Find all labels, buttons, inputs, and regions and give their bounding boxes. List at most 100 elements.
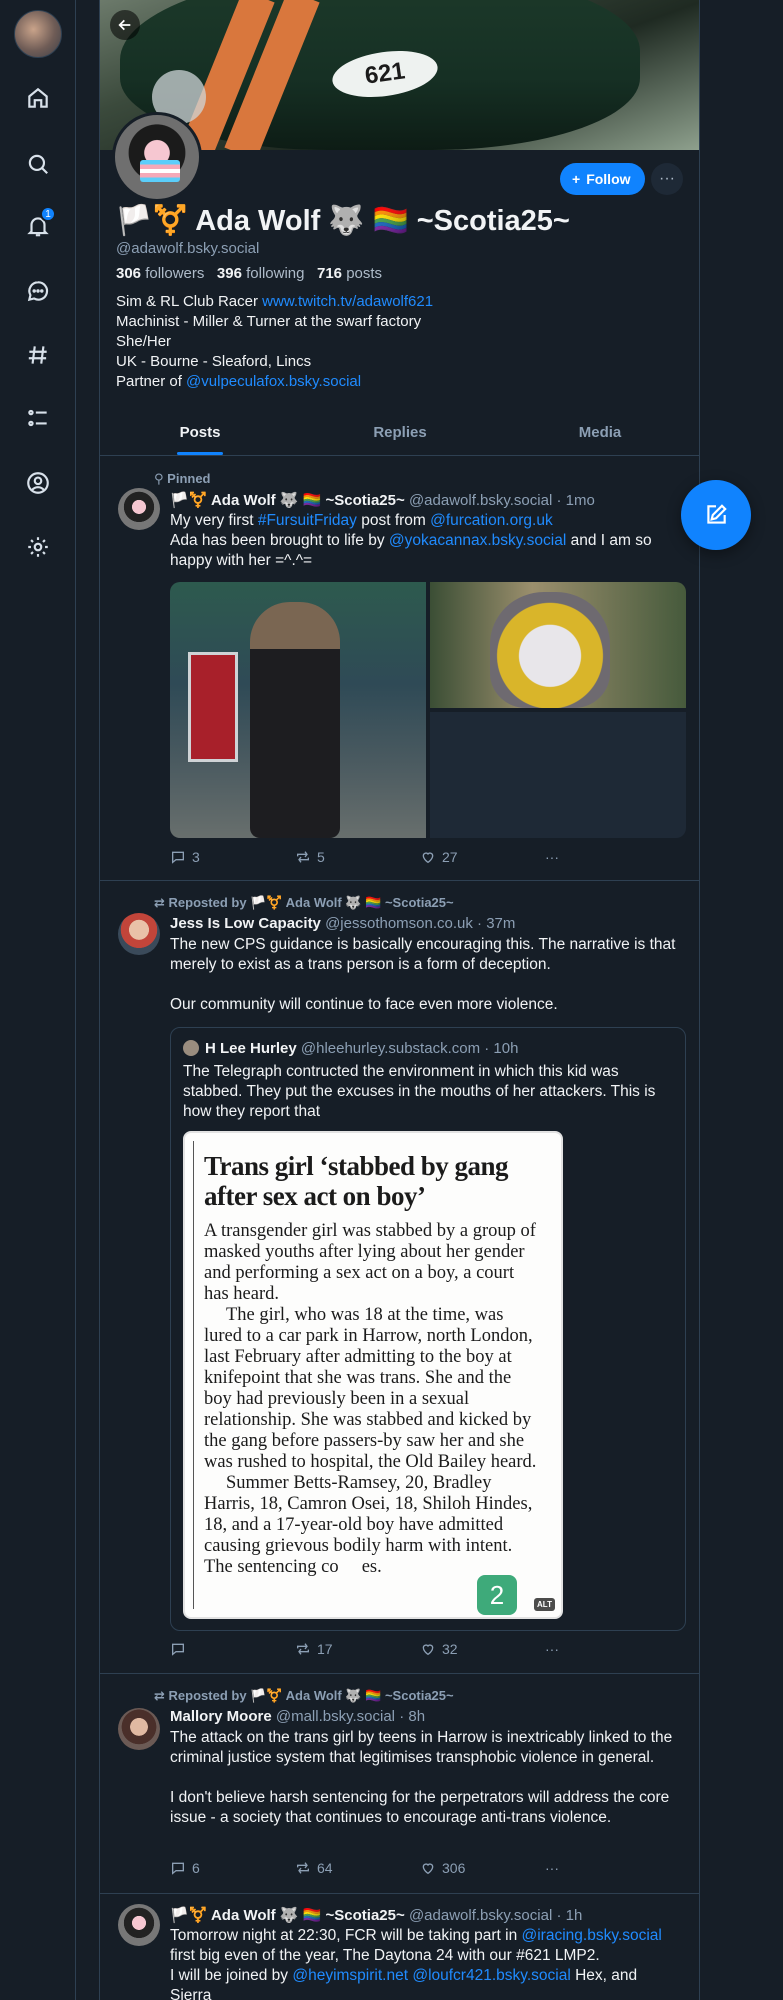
reply-button[interactable] (170, 1641, 295, 1657)
reply-icon (172, 851, 184, 864)
tab-posts[interactable]: Posts (100, 410, 300, 455)
post-text: My very first #FursuitFriday post from @… (170, 512, 652, 569)
post-text: Tomorrow night at 22:30, FCR will be tak… (170, 1927, 662, 2000)
avatar[interactable] (118, 1708, 160, 1750)
alt-badge[interactable]: ALT (534, 1598, 555, 1611)
post-time[interactable]: · 1mo (556, 492, 594, 509)
repost-icon (297, 1862, 309, 1874)
followers-link[interactable]: 306 followers (116, 265, 204, 282)
following-link[interactable]: 396 following (217, 265, 305, 282)
post-menu-button[interactable]: ··· (545, 1641, 670, 1657)
profile-avatar[interactable] (112, 112, 202, 202)
compose-icon (707, 504, 727, 524)
pinned-context: ⚲ Pinned (154, 471, 211, 486)
fursuit-photo-full[interactable] (170, 582, 426, 838)
post-item[interactable]: ⇄ Reposted by 🏳️⚧️ Ada Wolf 🐺 🏳️‍🌈 ~Scot… (100, 1674, 700, 1894)
author-name[interactable]: 🏳️⚧️ Ada Wolf 🐺 🏳️‍🌈 ~Scotia25~ (170, 1907, 405, 1924)
post-image-grid[interactable] (170, 582, 686, 838)
mention-link[interactable]: @iracing.bsky.social (522, 1927, 662, 1944)
tab-media[interactable]: Media (500, 410, 700, 455)
feeds-icon[interactable] (22, 339, 54, 371)
post-time[interactable]: · 37m (477, 915, 515, 932)
avatar[interactable] (118, 488, 160, 530)
lists-icon[interactable] (22, 402, 54, 434)
article-paragraph: Summer Betts-Ramsey, 20, Bradley Harris,… (204, 1473, 533, 1577)
image-placeholder[interactable] (430, 712, 686, 838)
ellipsis-icon: ··· (545, 849, 559, 865)
post-text: The attack on the trans girl by teens in… (170, 1729, 673, 1826)
quote-time[interactable]: · 10h (484, 1040, 518, 1057)
post-menu-button[interactable]: ··· (545, 1860, 670, 1876)
mention-link[interactable]: @furcation.org.uk (430, 512, 553, 529)
author-handle[interactable]: @mall.bsky.social (276, 1708, 395, 1725)
article-paragraph: The girl, who was 18 at the time, was lu… (204, 1305, 537, 1472)
more-options-button[interactable]: ··· (651, 163, 683, 195)
post-time[interactable]: · 1h (556, 1907, 582, 1924)
author-name[interactable]: Jess Is Low Capacity (170, 915, 321, 932)
profile-stats: 306 followers 396 following 716 posts (116, 265, 382, 282)
repost-button[interactable]: 64 (295, 1860, 420, 1876)
post-header: Mallory Moore @mall.bsky.social · 8h (170, 1708, 425, 1725)
partner-mention-link[interactable]: @vulpeculafox.bsky.social (186, 373, 361, 390)
ellipsis-icon: ··· (659, 170, 675, 187)
compose-button[interactable] (681, 480, 751, 550)
avatar[interactable] (118, 1904, 160, 1946)
post-actions: 6 64 306 ··· (170, 1860, 670, 1876)
home-icon[interactable] (22, 82, 54, 114)
posts-count: 716 posts (317, 265, 383, 282)
settings-icon[interactable] (22, 531, 54, 563)
chat-bubble-overlay: 2 (477, 1575, 517, 1615)
my-avatar[interactable] (14, 10, 62, 58)
repost-icon: ⇄ (154, 895, 165, 910)
profile-handle: @adawolf.bsky.social (116, 240, 260, 257)
post-menu-button[interactable]: ··· (545, 849, 670, 865)
author-handle[interactable]: @jessothomson.co.uk (325, 915, 473, 932)
quote-text: The Telegraph contructed the environment… (183, 1063, 656, 1120)
back-button[interactable] (110, 10, 140, 40)
repost-icon (297, 1643, 309, 1655)
post-item[interactable]: 🏳️⚧️ Ada Wolf 🐺 🏳️‍🌈 ~Scotia25~ @adawolf… (100, 1894, 700, 2000)
post-text: The new CPS guidance is basically encour… (170, 936, 676, 1013)
like-button[interactable]: 32 (420, 1641, 545, 1657)
like-button[interactable]: 306 (420, 1860, 545, 1876)
ellipsis-icon: ··· (545, 1641, 559, 1657)
post-header: Jess Is Low Capacity @jessothomson.co.uk… (170, 915, 515, 932)
mention-link[interactable]: @yokacannax.bsky.social (389, 532, 566, 549)
ellipsis-icon: ··· (545, 1860, 559, 1876)
reply-button[interactable]: 6 (170, 1860, 295, 1876)
reply-button[interactable]: 3 (170, 849, 295, 865)
arrow-left-icon (118, 19, 131, 31)
fursuit-photo-headshot[interactable] (430, 582, 686, 708)
repost-button[interactable]: 17 (295, 1641, 420, 1657)
quote-handle[interactable]: @hleehurley.substack.com (301, 1040, 480, 1057)
newspaper-clipping-image[interactable]: Trans girl ‘stabbed by gang after sex ac… (183, 1131, 563, 1619)
quote-header: H Lee Hurley @hleehurley.substack.com · … (183, 1040, 518, 1057)
post-time[interactable]: · 8h (399, 1708, 425, 1725)
quote-author[interactable]: H Lee Hurley (205, 1040, 297, 1057)
avatar[interactable] (118, 913, 160, 955)
profile-icon[interactable] (22, 467, 54, 499)
chat-icon[interactable] (22, 275, 54, 307)
mention-link[interactable]: @heyimspirit.net (292, 1967, 408, 1984)
repost-button[interactable]: 5 (295, 849, 420, 865)
mention-link[interactable]: @loufcr421.bsky.social (412, 1967, 570, 1984)
profile-bio: Sim & RL Club Racer www.twitch.tv/adawol… (116, 293, 434, 390)
author-handle[interactable]: @adawolf.bsky.social (409, 492, 552, 509)
like-button[interactable]: 27 (420, 849, 545, 865)
hashtag-link[interactable]: #FursuitFriday (258, 512, 357, 529)
notification-badge: 1 (40, 206, 56, 222)
follow-button[interactable]: + Follow (560, 163, 645, 195)
post-actions: 17 32 ··· (170, 1641, 670, 1657)
author-handle[interactable]: @adawolf.bsky.social (409, 1907, 552, 1924)
left-nav: 1 (0, 0, 76, 2000)
article-headline: Trans girl ‘stabbed by gang after sex ac… (204, 1151, 509, 1211)
search-icon[interactable] (22, 148, 54, 180)
avatar[interactable] (183, 1040, 199, 1056)
quoted-post[interactable]: H Lee Hurley @hleehurley.substack.com · … (170, 1027, 686, 1631)
tab-replies[interactable]: Replies (300, 410, 500, 455)
author-name[interactable]: 🏳️⚧️ Ada Wolf 🐺 🏳️‍🌈 ~Scotia25~ (170, 492, 405, 509)
author-name[interactable]: Mallory Moore (170, 1708, 272, 1725)
heart-icon (422, 852, 434, 864)
notifications-icon[interactable]: 1 (22, 206, 56, 242)
twitch-link[interactable]: www.twitch.tv/adawolf621 (262, 293, 433, 310)
